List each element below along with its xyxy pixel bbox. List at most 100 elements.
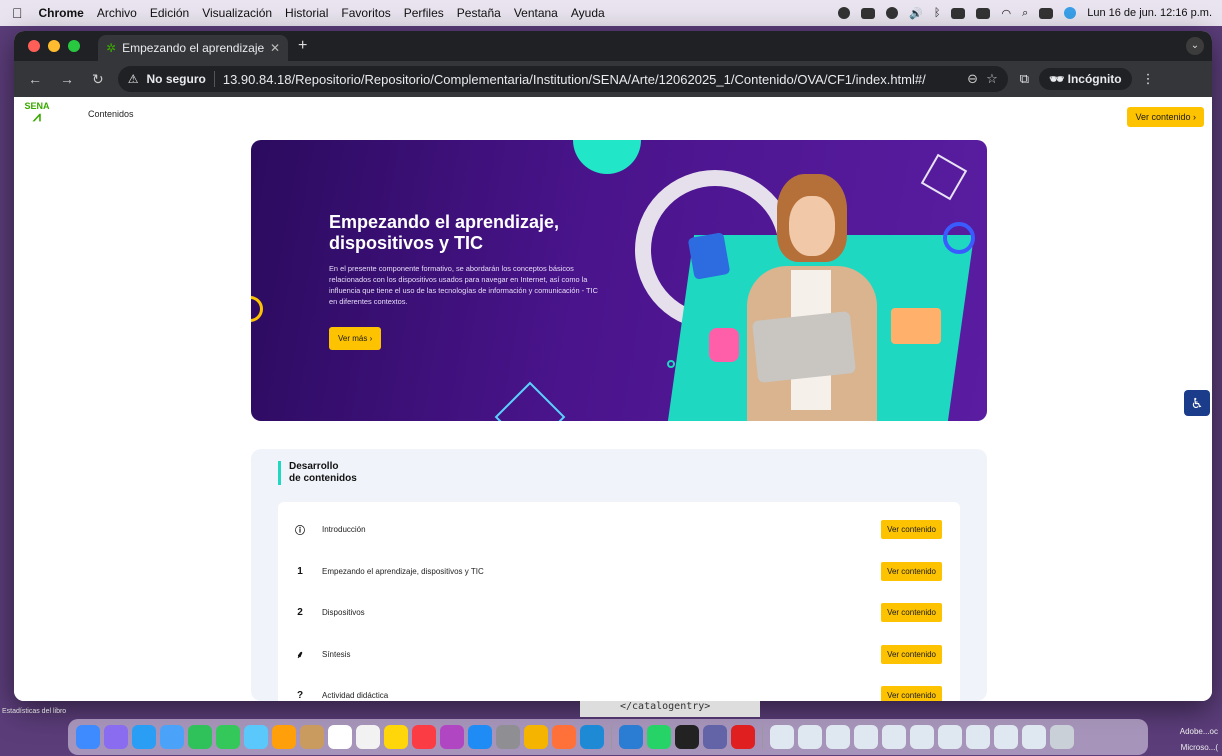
browser-menu-icon[interactable]: ⋮ <box>1142 71 1155 87</box>
volume-icon[interactable]: 🔊 <box>909 7 923 20</box>
tab-search-chevron-icon[interactable]: ⌄ <box>1186 37 1204 55</box>
apple-icon[interactable]:  <box>12 5 23 21</box>
word-icon[interactable] <box>619 725 643 749</box>
extension-icon[interactable] <box>838 7 851 19</box>
view-content-button[interactable]: Ver contenido <box>881 602 942 622</box>
warning-icon[interactable]: ⚠ <box>128 72 139 86</box>
finder-icon[interactable] <box>76 725 100 749</box>
menu-app-name[interactable]: Chrome <box>39 6 84 20</box>
maps-icon[interactable] <box>244 725 268 749</box>
safari-icon[interactable] <box>132 725 156 749</box>
reload-icon[interactable]: ↻ <box>92 71 104 88</box>
facetime-icon[interactable] <box>188 725 212 749</box>
system-settings-icon[interactable] <box>496 725 520 749</box>
spotlight-search-icon[interactable]: ⌕ <box>1022 7 1028 20</box>
app-store-icon[interactable] <box>468 725 492 749</box>
reminders-icon[interactable] <box>356 725 380 749</box>
list-item-introduccion[interactable]: ⓘ Introducción Ver contenido <box>278 514 960 544</box>
menu-historial[interactable]: Historial <box>285 6 328 20</box>
breadcrumb[interactable]: Contenidos <box>88 109 134 119</box>
contacts-icon[interactable] <box>300 725 324 749</box>
list-item-sintesis[interactable]: ⸙ Síntesis Ver contenido <box>278 639 960 669</box>
close-window-button[interactable] <box>28 40 40 52</box>
document-thumbnail-icon[interactable] <box>966 725 990 749</box>
address-bar[interactable]: ⚠ No seguro 13.90.84.18/Repositorio/Repo… <box>117 66 1008 92</box>
view-content-button[interactable]: Ver contenido <box>881 519 942 539</box>
incognito-badge[interactable]: 🕶 Incógnito <box>1039 68 1132 90</box>
omnibox-divider <box>213 71 215 87</box>
document-thumbnail-icon[interactable] <box>938 725 962 749</box>
dock-divider <box>762 725 763 749</box>
terminal-icon[interactable] <box>675 725 699 749</box>
document-thumbnail-icon[interactable] <box>770 725 794 749</box>
whatsapp-icon[interactable] <box>647 725 671 749</box>
vscode-icon[interactable] <box>580 725 604 749</box>
chrome-icon[interactable] <box>524 725 548 749</box>
keyboard-icon[interactable] <box>976 7 991 19</box>
trash-icon[interactable] <box>1050 725 1074 749</box>
zoom-icon[interactable]: ⊖ <box>967 71 978 87</box>
extensions-puzzle-icon[interactable]: ⧉ <box>1020 71 1029 87</box>
document-thumbnail-icon[interactable] <box>910 725 934 749</box>
desktop-file-label[interactable]: Adobe...oc <box>1180 727 1218 736</box>
battery-icon[interactable] <box>951 7 966 19</box>
sync-icon[interactable] <box>886 7 899 19</box>
menu-edicion[interactable]: Edición <box>150 6 189 20</box>
document-thumbnail-icon[interactable] <box>854 725 878 749</box>
forward-arrow-icon[interactable]: → <box>60 71 74 88</box>
wifi-icon[interactable]: ◠ <box>1001 7 1011 20</box>
menu-ventana[interactable]: Ventana <box>514 6 558 20</box>
document-thumbnail-icon[interactable] <box>798 725 822 749</box>
menu-ayuda[interactable]: Ayuda <box>571 6 605 20</box>
control-center-icon[interactable] <box>1039 7 1054 19</box>
calendar-icon[interactable] <box>328 725 352 749</box>
notes-icon[interactable] <box>384 725 408 749</box>
laptop-shape <box>752 311 856 383</box>
list-item-empezando[interactable]: 1 Empezando el aprendizaje, dispositivos… <box>278 556 960 586</box>
menu-archivo[interactable]: Archivo <box>97 6 137 20</box>
siri-icon[interactable] <box>1064 7 1077 19</box>
back-arrow-icon[interactable]: ← <box>28 71 42 88</box>
accessibility-icon[interactable]: ♿ <box>1184 390 1210 416</box>
launchpad-icon[interactable] <box>104 725 128 749</box>
acrobat-icon[interactable] <box>731 725 755 749</box>
messages-icon[interactable] <box>216 725 240 749</box>
close-tab-icon[interactable]: ✕ <box>270 41 280 55</box>
bluetooth-icon[interactable]: ᛒ <box>934 7 941 19</box>
view-content-button[interactable]: Ver contenido <box>881 644 942 664</box>
list-item-dispositivos[interactable]: 2 Dispositivos Ver contenido <box>278 597 960 627</box>
view-content-button[interactable]: Ver contenido <box>881 561 942 581</box>
menu-perfiles[interactable]: Perfiles <box>404 6 444 20</box>
url-text[interactable]: 13.90.84.18/Repositorio/Repositorio/Comp… <box>223 72 959 87</box>
menu-visualizacion[interactable]: Visualización <box>202 6 272 20</box>
new-tab-button[interactable]: + <box>298 37 307 55</box>
photos-icon[interactable] <box>272 725 296 749</box>
menubar-clock[interactable]: Lun 16 de jun. 12:16 p.m. <box>1087 7 1212 19</box>
firefox-icon[interactable] <box>552 725 576 749</box>
music-icon[interactable] <box>412 725 436 749</box>
menubar-status-area: 🔊 ᛒ ◠ ⌕ Lun 16 de jun. 12:16 p.m. <box>838 0 1212 26</box>
mail-icon[interactable] <box>160 725 184 749</box>
see-more-button[interactable]: Ver más › <box>329 327 382 350</box>
list-item-actividad[interactable]: ? Actividad didáctica Ver contenido <box>278 680 960 701</box>
sena-logo[interactable]: SENA ⩘ <box>24 101 50 125</box>
document-thumbnail-icon[interactable] <box>882 725 906 749</box>
zoom-window-button[interactable] <box>68 40 80 52</box>
document-thumbnail-icon[interactable] <box>826 725 850 749</box>
desktop-file-label[interactable]: Microso...( <box>1181 743 1218 752</box>
window-controls <box>28 40 80 52</box>
podcasts-icon[interactable] <box>440 725 464 749</box>
security-label[interactable]: No seguro <box>147 72 206 86</box>
active-tab[interactable]: ✲ Empezando el aprendizaje, di ✕ <box>98 35 288 61</box>
document-thumbnail-icon[interactable] <box>994 725 1018 749</box>
bookmark-star-icon[interactable]: ☆ <box>986 71 998 87</box>
header-view-content-button[interactable]: Ver contenido › <box>1127 107 1204 127</box>
view-content-button[interactable]: Ver contenido <box>881 685 942 701</box>
menu-pestana[interactable]: Pestaña <box>457 6 501 20</box>
menu-favoritos[interactable]: Favoritos <box>341 6 390 20</box>
minimize-window-button[interactable] <box>48 40 60 52</box>
document-thumbnail-icon[interactable] <box>1022 725 1046 749</box>
teams-icon[interactable] <box>703 725 727 749</box>
list-item-label: Empezando el aprendizaje, dispositivos y… <box>322 566 484 576</box>
cloud-icon[interactable] <box>861 7 876 19</box>
